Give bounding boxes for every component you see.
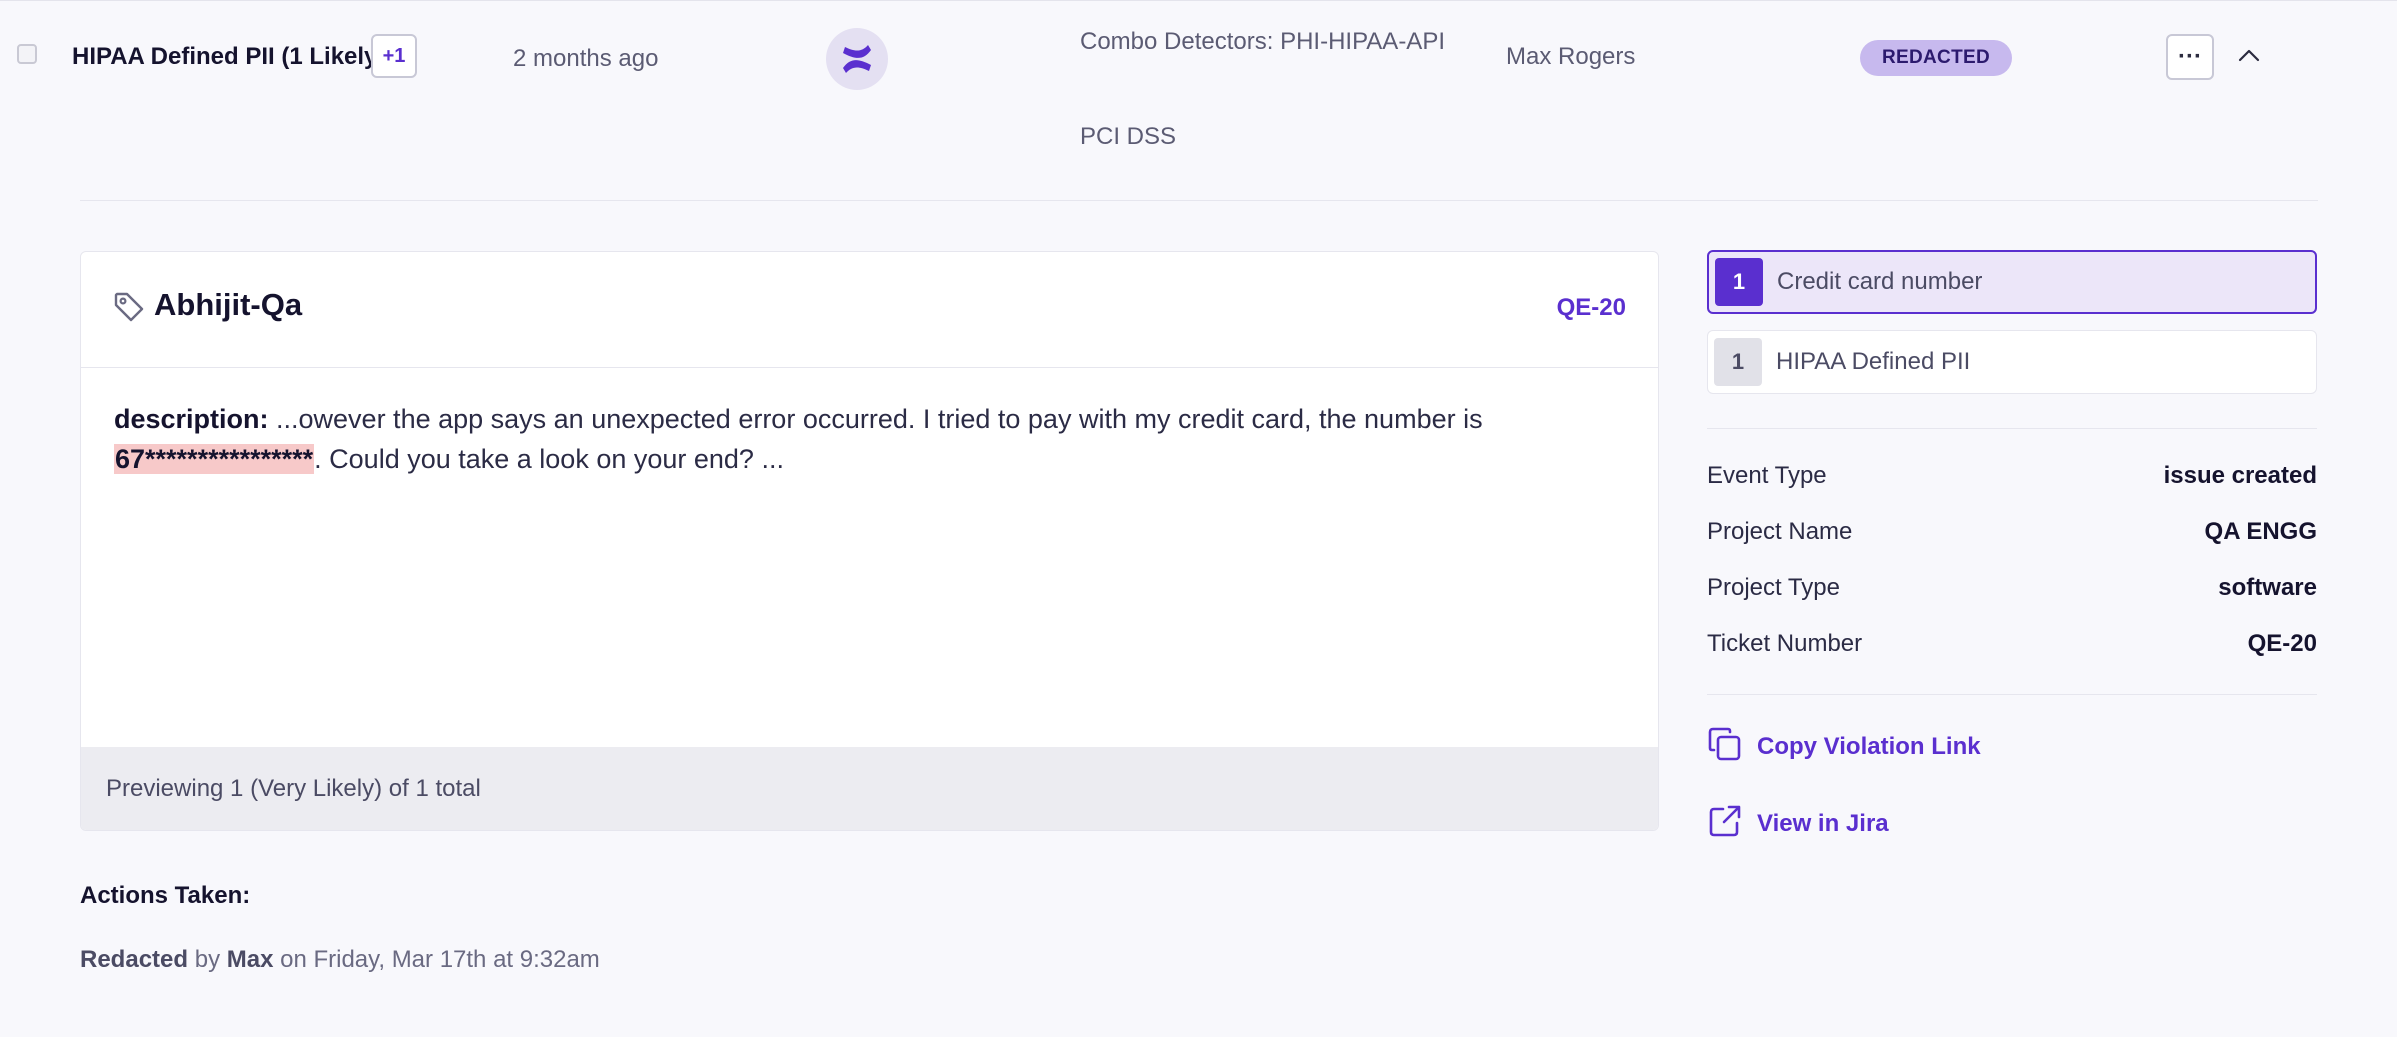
detail-event-type: Event Type issue created (1707, 462, 2317, 492)
copy-link-label: Copy Violation Link (1757, 732, 1981, 760)
detail-project-type: Project Type software (1707, 574, 2317, 604)
owner-name: Max Rogers (1506, 43, 1636, 70)
detection-count: 1 (1715, 258, 1763, 306)
detail-key: Event Type (1707, 462, 1827, 489)
row-checkbox[interactable] (17, 44, 37, 64)
detection-label: Credit card number (1777, 268, 1983, 295)
detection-label: HIPAA Defined PII (1776, 348, 1971, 375)
preview-footer: Previewing 1 (Very Likely) of 1 total (81, 747, 1658, 830)
detection-count: 1 (1714, 338, 1762, 386)
field-label: description: (114, 404, 269, 434)
issue-key-link[interactable]: QE-20 (1557, 294, 1626, 322)
action-actor: Max (226, 946, 274, 973)
action-type: Redacted (80, 946, 189, 973)
text-after: . Could you take a look on your end? ... (314, 444, 784, 474)
detail-value: QE-20 (2247, 630, 2317, 657)
action-by: by (188, 946, 227, 973)
policy-label: PCI DSS (1080, 123, 1177, 150)
detail-project-name: Project Name QA ENGG (1707, 518, 2317, 548)
confluence-icon (826, 28, 888, 90)
detectors-label: Combo Detectors: PHI-HIPAA-API (1080, 28, 1445, 55)
tag-icon (113, 291, 145, 328)
text-before: ...owever the app says an unexpected err… (268, 404, 1483, 434)
violation-time: 2 months ago (513, 45, 659, 72)
content-preview-card: Abhijit-Qa QE-20 description: ...owever … (80, 251, 1659, 831)
detail-ticket-number: Ticket Number QE-20 (1707, 630, 2317, 660)
status-badge: REDACTED (1860, 40, 2012, 76)
actions-title: Actions Taken: (80, 882, 251, 909)
violation-row: HIPAA Defined PII (1 Likely) +1 2 months… (0, 0, 2397, 180)
action-entry: Redacted by Max on Friday, Mar 17th at 9… (80, 946, 600, 974)
preview-source-title: Abhijit-Qa (154, 287, 303, 322)
detection-item-credit-card[interactable]: 1 Credit card number (1707, 250, 2317, 314)
detection-item-hipaa[interactable]: 1 HIPAA Defined PII (1707, 330, 2317, 394)
copy-icon (1707, 726, 1743, 767)
chevron-up-icon[interactable] (2234, 40, 2264, 70)
detail-value: QA ENGG (2204, 518, 2317, 545)
violation-name[interactable]: HIPAA Defined PII (1 Likely) (72, 43, 385, 71)
view-in-jira-link[interactable]: View in Jira (1707, 803, 1889, 844)
preview-text: description: ...owever the app says an u… (114, 399, 1614, 479)
detail-key: Ticket Number (1707, 630, 1863, 657)
detail-value: issue created (2163, 462, 2317, 489)
view-jira-label: View in Jira (1757, 809, 1889, 837)
detail-key: Project Type (1707, 574, 1840, 601)
panel-divider (1707, 428, 2317, 429)
preview-header: Abhijit-Qa QE-20 (81, 252, 1658, 368)
detail-key: Project Name (1707, 518, 1853, 545)
detail-value: software (2218, 574, 2317, 601)
action-time: on Friday, Mar 17th at 9:32am (273, 946, 600, 973)
more-options-button[interactable]: ··· (2166, 34, 2214, 80)
redacted-value: 67**************** (114, 444, 315, 474)
section-divider (80, 200, 2318, 201)
copy-violation-link[interactable]: Copy Violation Link (1707, 726, 1981, 767)
extra-detectors-pill[interactable]: +1 (371, 34, 417, 78)
external-link-icon (1707, 803, 1743, 844)
panel-divider (1707, 694, 2317, 695)
